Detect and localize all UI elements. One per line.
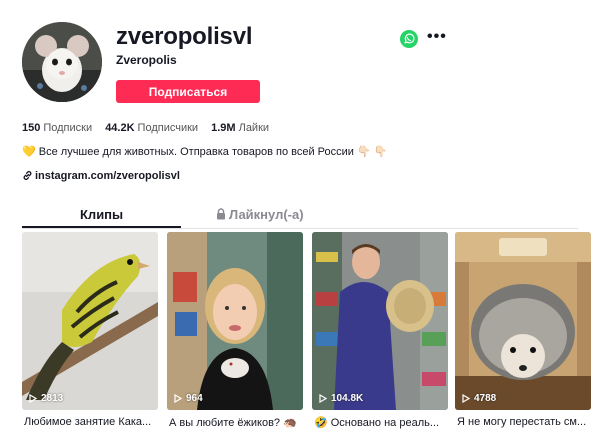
play-count: 964 <box>174 393 203 404</box>
stat-value: 1.9M <box>211 122 236 134</box>
avatar[interactable] <box>22 22 102 102</box>
link-text: instagram.com/zveropolisvl <box>35 170 180 182</box>
video-caption[interactable]: 🤣 Основано на реаль... <box>314 416 450 429</box>
pointing-down-emoji-icon: 👇🏻 👇🏻 <box>356 146 388 158</box>
play-icon <box>319 394 327 403</box>
video-tile[interactable]: 4788 Я не могу перестать см... <box>455 232 591 428</box>
username: zveropolisvl <box>116 23 253 50</box>
bio: 💛 Все лучшее для животных. Отправка това… <box>22 145 387 158</box>
tab-liked[interactable]: Лайкнул(-а) <box>216 207 304 222</box>
stat-label: Лайки <box>238 122 270 134</box>
follow-button[interactable]: Подписаться <box>116 80 260 103</box>
tab-videos[interactable]: Клипы <box>80 207 123 222</box>
play-icon <box>174 394 182 403</box>
nickname: Zveropolis <box>116 53 177 67</box>
video-thumbnail[interactable]: 964 <box>167 232 303 410</box>
play-icon <box>29 394 37 403</box>
video-caption[interactable]: Я не могу перестать см... <box>457 416 593 428</box>
profile-stats: 150 Подписки 44.2K Подписчики 1.9M Лайки <box>22 122 279 134</box>
stat-following[interactable]: 150 Подписки <box>22 122 92 134</box>
more-icon[interactable]: ••• <box>427 29 447 45</box>
stat-label: Подписки <box>43 122 93 134</box>
stat-value: 150 <box>22 122 41 134</box>
video-thumbnail[interactable]: 104.8K <box>312 232 448 410</box>
content-tabs: Клипы Лайкнул(-а) <box>22 204 578 229</box>
play-icon <box>462 394 470 403</box>
video-caption[interactable]: Любимое занятие Кака... <box>24 416 160 428</box>
video-tile[interactable]: 964 А вы любите ёжиков? 🦔 <box>167 232 303 429</box>
stat-label: Подписчики <box>137 122 199 134</box>
tab-liked-label: Лайкнул(-а) <box>229 207 304 222</box>
profile-link[interactable]: instagram.com/zveropolisvl <box>22 170 180 182</box>
stat-likes: 1.9M Лайки <box>211 122 269 134</box>
play-count: 2813 <box>29 393 63 404</box>
whatsapp-icon[interactable] <box>400 30 418 48</box>
stat-followers[interactable]: 44.2K Подписчики <box>105 122 198 134</box>
play-count: 104.8K <box>319 393 363 404</box>
play-count: 4788 <box>462 393 496 404</box>
link-icon <box>22 170 33 181</box>
video-caption[interactable]: А вы любите ёжиков? 🦔 <box>169 416 305 429</box>
video-thumbnail[interactable]: 4788 <box>455 232 591 410</box>
stat-value: 44.2K <box>105 122 135 134</box>
video-thumbnail[interactable]: 2813 <box>22 232 158 410</box>
lock-icon <box>216 208 226 220</box>
tab-active-indicator <box>22 226 181 228</box>
video-tile[interactable]: 2813 Любимое занятие Кака... <box>22 232 158 428</box>
video-tile[interactable]: 104.8K 🤣 Основано на реаль... <box>312 232 448 429</box>
heart-emoji-icon: 💛 <box>22 146 36 158</box>
bio-text: Все лучшее для животных. Отправка товаро… <box>38 146 354 158</box>
